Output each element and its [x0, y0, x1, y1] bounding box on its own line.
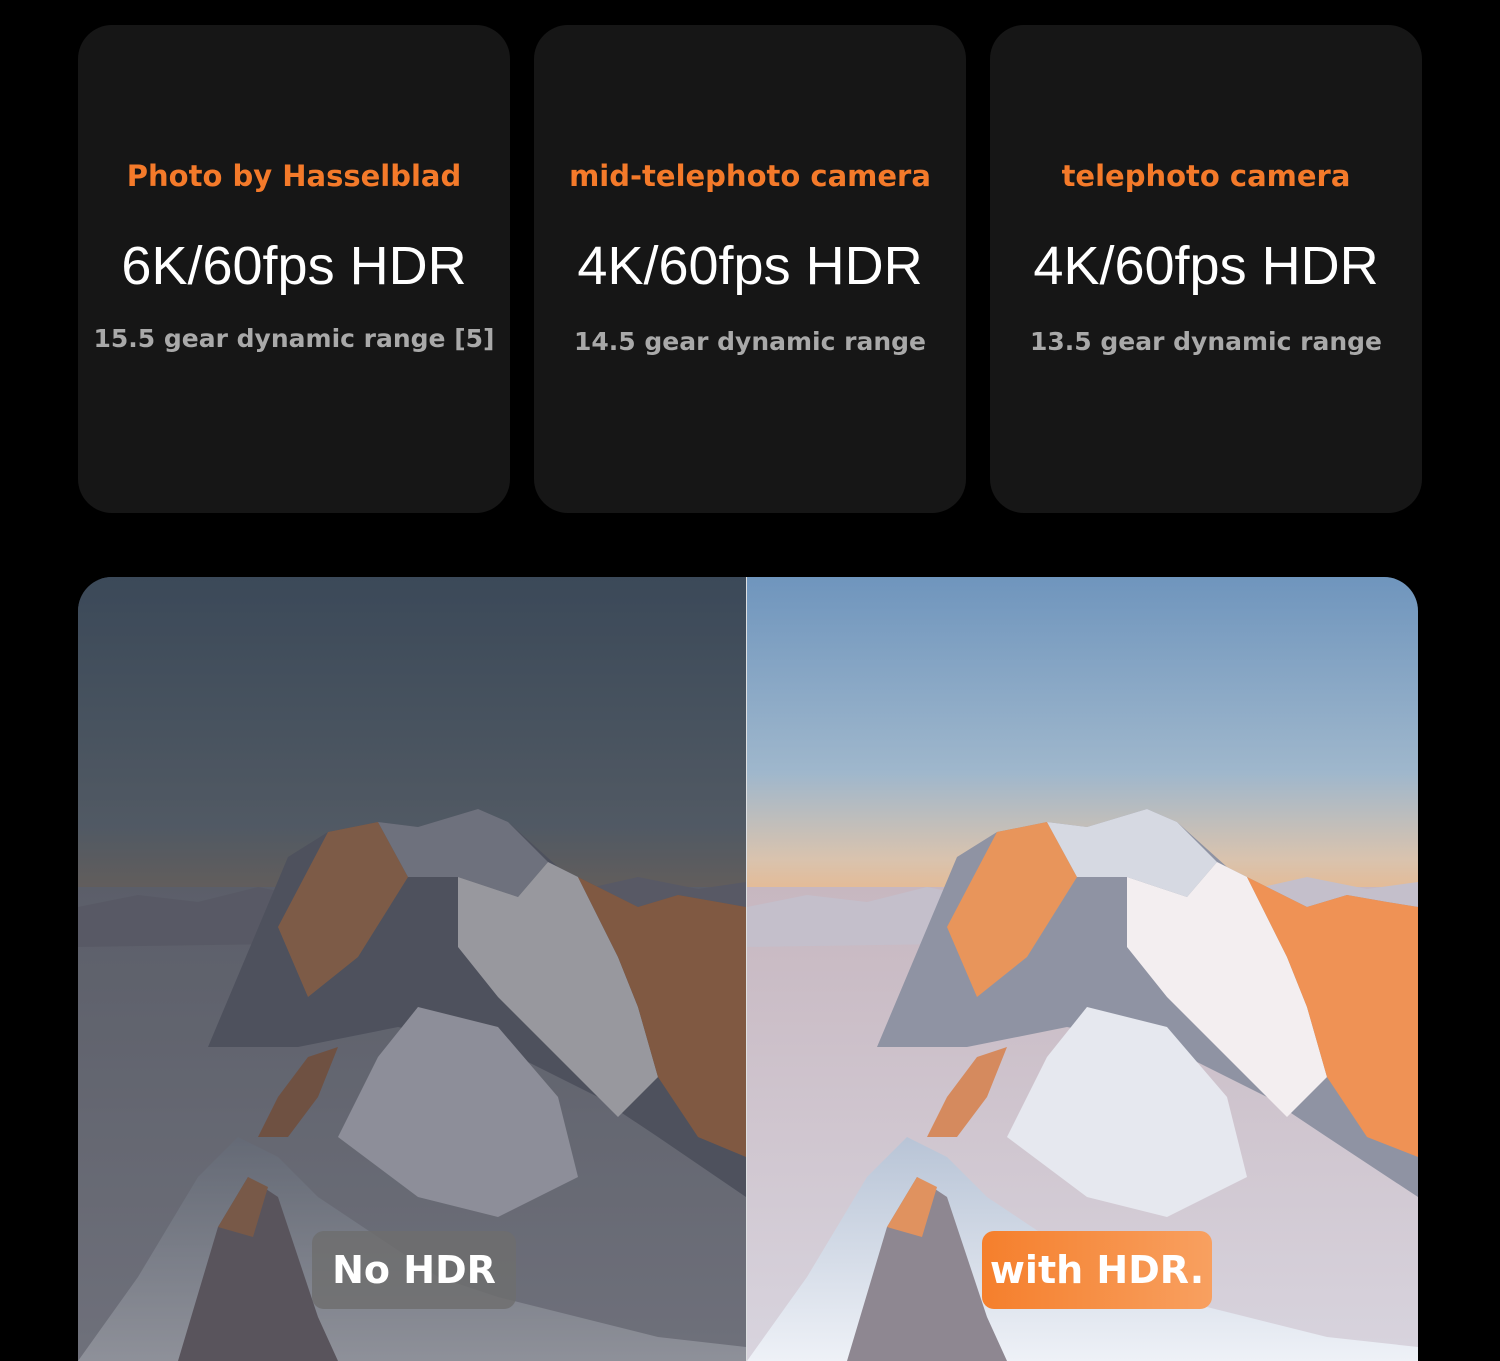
- hdr-comparison: No HDR with HDR.: [78, 577, 1418, 1361]
- card-dynamic-range: 15.5 gear dynamic range [5]: [93, 324, 495, 353]
- card-video-spec: 4K/60fps HDR: [577, 236, 923, 296]
- card-camera-label: Photo by Hasselblad: [126, 159, 462, 193]
- with-hdr-badge: with HDR.: [982, 1231, 1212, 1309]
- card-camera-label: mid-telephoto camera: [569, 159, 931, 193]
- spec-card-telephoto: telephoto camera 4K/60fps HDR 13.5 gear …: [990, 25, 1422, 513]
- comparison-divider[interactable]: [746, 577, 747, 1361]
- card-video-spec: 6K/60fps HDR: [121, 236, 467, 296]
- card-dynamic-range: 13.5 gear dynamic range: [1030, 327, 1382, 356]
- no-hdr-badge: No HDR: [312, 1231, 516, 1309]
- spec-card-mid-telephoto: mid-telephoto camera 4K/60fps HDR 14.5 g…: [534, 25, 966, 513]
- card-video-spec: 4K/60fps HDR: [1033, 236, 1379, 296]
- card-camera-label: telephoto camera: [1061, 159, 1351, 193]
- card-dynamic-range: 14.5 gear dynamic range: [574, 327, 926, 356]
- spec-card-main: Photo by Hasselblad 6K/60fps HDR 15.5 ge…: [78, 25, 510, 513]
